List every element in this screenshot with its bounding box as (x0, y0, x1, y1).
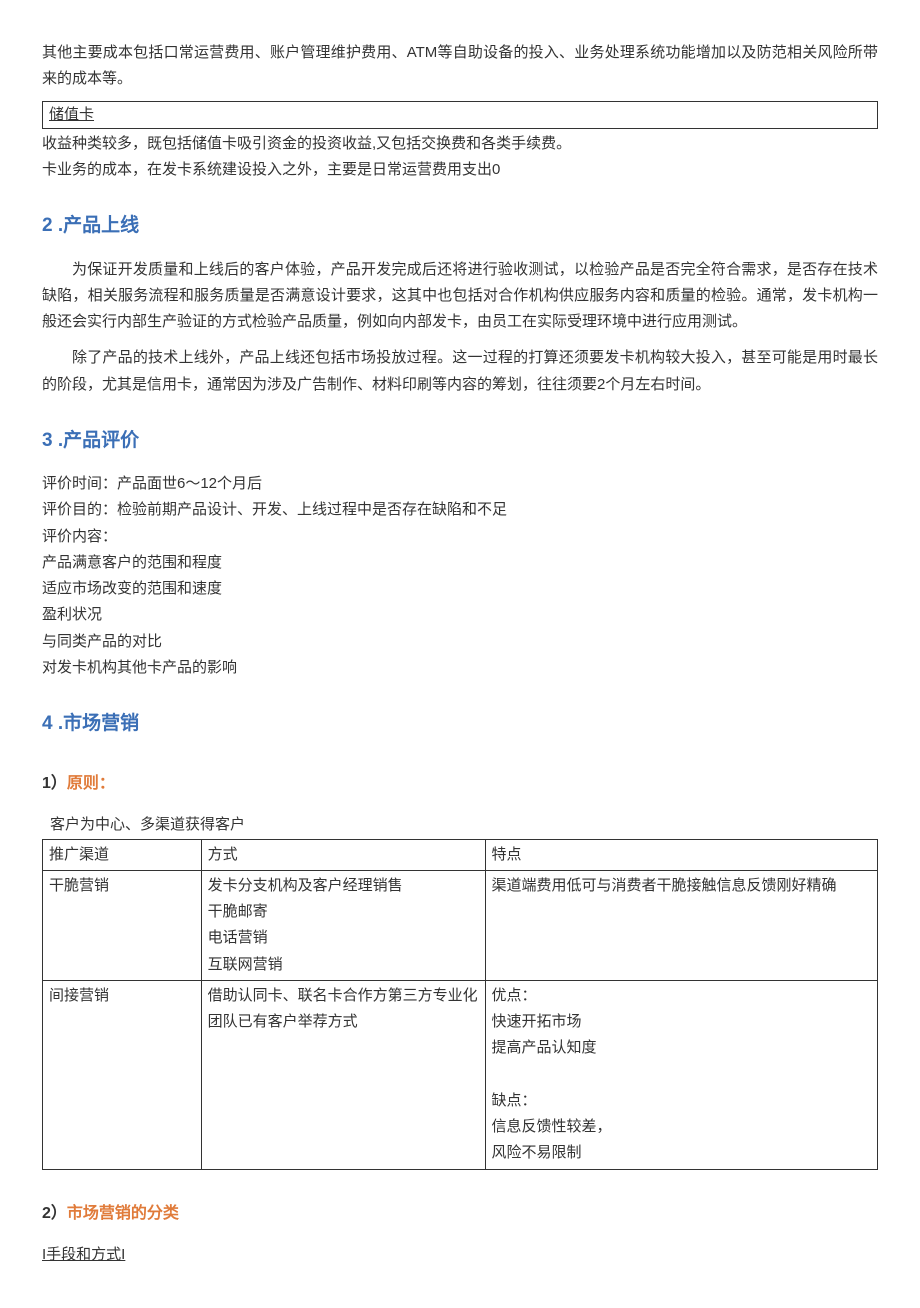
sub-1-principle: 1）原则： (42, 770, 878, 798)
cell-direct-method: 发卡分支机构及客户经理销售 干脆邮寄 电话营销 互联网营销 (201, 870, 485, 980)
sec2-p1: 为保证开发质量和上线后的客户体验，产品开发完成后还将进行验收测试，以检验产品是否… (42, 257, 878, 336)
sub2-num: 2） (42, 1205, 67, 1222)
sub-2-classification: 2）市场营销的分类 (42, 1200, 878, 1228)
table-row: 干脆营销 发卡分支机构及客户经理销售 干脆邮寄 电话营销 互联网营销 渠道端费用… (43, 870, 878, 980)
th-feature: 特点 (485, 839, 877, 870)
cell-indirect-channel: 间接营销 (43, 980, 202, 1169)
eval-item-1: 产品满意客户的范围和程度 (42, 550, 878, 576)
sub1-num: 1） (42, 775, 67, 792)
table-caption: 客户为中心、多渠道获得客户 (42, 812, 878, 838)
intro-p3: 卡业务的成本，在发卡系统建设投入之外，主要是日常运营费用支出0 (42, 157, 878, 183)
eval-time: 评价时间：产品面世6～12个月后 (42, 471, 878, 497)
cell-direct-channel: 干脆营销 (43, 870, 202, 980)
th-method: 方式 (201, 839, 485, 870)
eval-purpose: 评价目的：检验前期产品设计、开发、上线过程中是否存在缺陷和不足 (42, 497, 878, 523)
eval-item-2: 适应市场改变的范围和速度 (42, 576, 878, 602)
cell-indirect-method: 借助认同卡、联名卡合作方第三方专业化团队已有客户举荐方式 (201, 980, 485, 1169)
eval-item-3: 盈利状况 (42, 602, 878, 628)
table-row: 间接营销 借助认同卡、联名卡合作方第三方专业化团队已有客户举荐方式 优点： 快速… (43, 980, 878, 1169)
sub1-text: 原则： (67, 775, 115, 792)
intro-p1: 其他主要成本包括口常运营费用、账户管理维护费用、ATM等自助设备的投入、业务处理… (42, 40, 878, 93)
th-channel: 推广渠道 (43, 839, 202, 870)
section-2-heading: 2 .产品上线 (42, 209, 878, 242)
eval-item-5: 对发卡机构其他卡产品的影响 (42, 655, 878, 681)
eval-item-4: 与同类产品的对比 (42, 629, 878, 655)
section-3-heading: 3 .产品评价 (42, 424, 878, 457)
sub2-text: 市场营销的分类 (67, 1205, 179, 1222)
marketing-table: 推广渠道 方式 特点 干脆营销 发卡分支机构及客户经理销售 干脆邮寄 电话营销 … (42, 839, 878, 1170)
cell-direct-feature: 渠道端费用低可与消费者干脆接触信息反馈刚好精确 (485, 870, 877, 980)
sec2-p2: 除了产品的技术上线外，产品上线还包括市场投放过程。这一过程的打算还须要发卡机构较… (42, 345, 878, 398)
section-4-heading: 4 .市场营销 (42, 707, 878, 740)
cell-indirect-feature: 优点： 快速开拓市场 提高产品认知度 缺点： 信息反馈性较差， 风险不易限制 (485, 980, 877, 1169)
eval-content-label: 评价内容： (42, 524, 878, 550)
means-methods-link: I手段和方式I (42, 1242, 878, 1268)
table-header-row: 推广渠道 方式 特点 (43, 839, 878, 870)
stored-value-card-box: 储值卡 (42, 101, 878, 128)
intro-p2: 收益种类较多，既包括储值卡吸引资金的投资收益,又包括交换费和各类手续费。 (42, 128, 878, 157)
